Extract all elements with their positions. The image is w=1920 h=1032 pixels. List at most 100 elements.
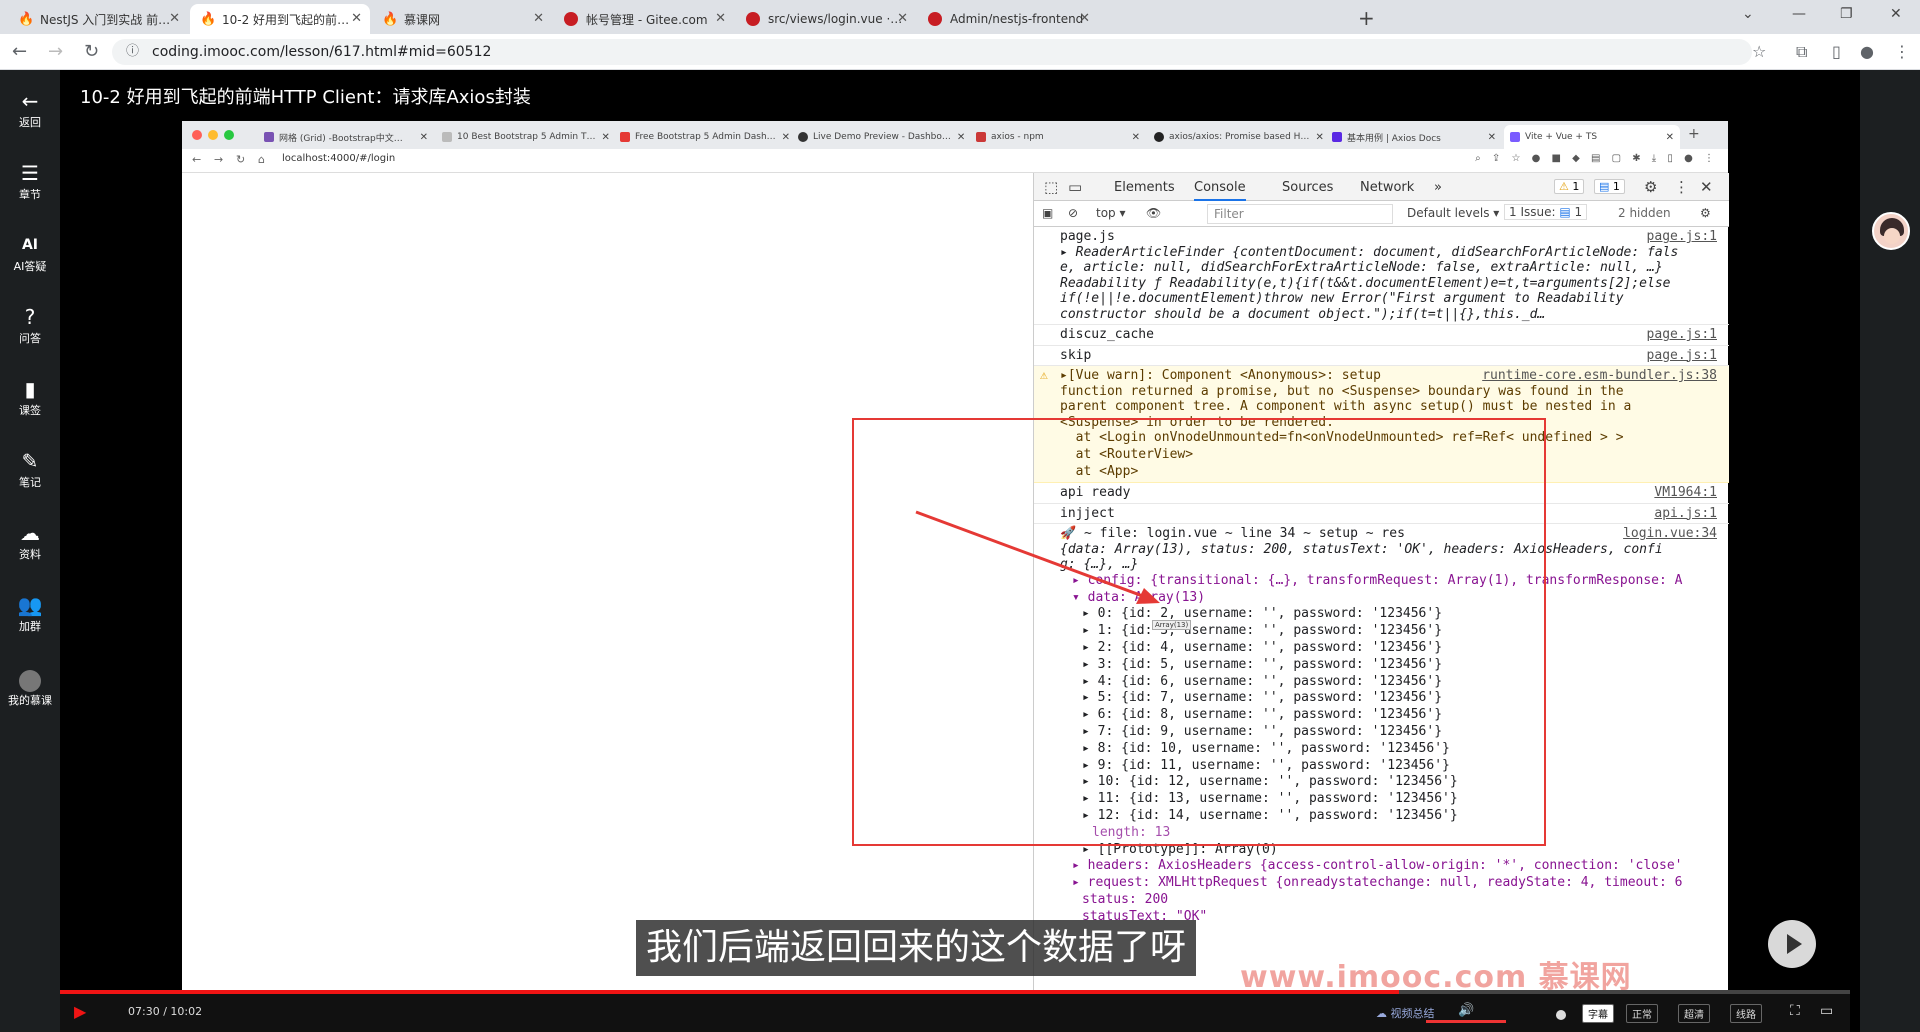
rail-item-my[interactable]: 我的慕课 (0, 666, 60, 708)
devtools-tab-active: Console (1194, 180, 1246, 201)
close-window-icon[interactable]: ✕ (1890, 6, 1902, 22)
source-link: page.js:1 (1646, 229, 1717, 244)
video-subtitle: 我们后端返回回来的这个数据了呀 (636, 920, 1197, 976)
extensions-icon[interactable]: ⧉ (1796, 42, 1807, 62)
browser-tab[interactable]: Admin/nestjs-frontend ✕ (918, 4, 1098, 34)
rail-item-ai[interactable]: AI AI答疑 (0, 232, 60, 274)
fullscreen-icon[interactable]: ⛶ (1790, 1003, 1800, 1019)
console-message: skip page.js:1 (1034, 346, 1729, 366)
context-select: top ▾ (1096, 206, 1126, 220)
browser-tab[interactable]: 🔥 NestJS 入门到实战 前端必学… ✕ (8, 4, 188, 34)
browser-tab-label: NestJS 入门到实战 前端必学… (40, 12, 178, 27)
tree-row: ▸ request: XMLHttpRequest {onreadystatec… (1072, 875, 1683, 891)
console-message: api ready VM1964:1 (1034, 483, 1729, 504)
console-output: page.js page.js:1 ▸ ReaderArticleFinder … (1034, 227, 1729, 993)
browser-tab-active[interactable]: 🔥 10-2 好用到飞起的前端HTTP … ✕ (190, 4, 370, 34)
browser-tab-label: 慕课网 (404, 12, 441, 27)
back-icon[interactable]: ← (12, 41, 27, 62)
reload-icon[interactable]: ↻ (84, 41, 99, 62)
volume-slider[interactable] (1426, 1020, 1506, 1023)
home-icon: ⌂ (258, 153, 265, 166)
browser-tab[interactable]: 帐号管理 - Gitee.com ✕ (554, 4, 734, 34)
rail-item-label: AI答疑 (13, 260, 47, 273)
close-icon[interactable]: ✕ (1079, 11, 1090, 26)
kebab-menu-icon: ⋮ (1674, 178, 1689, 196)
sidebar-toggle-icon: ▣ (1042, 206, 1054, 220)
rail-item-chapters[interactable]: ☰ 章节 (0, 160, 60, 202)
tab-favicon-icon (976, 132, 986, 142)
profile-icon[interactable]: ● (1860, 42, 1874, 61)
tree-row: ▸ 7: {id: 9, username: '', password: '12… (1082, 724, 1443, 740)
devtools-tab: Network (1360, 180, 1415, 195)
inspect-icon: ⬚ (1044, 178, 1059, 196)
close-icon[interactable]: ✕ (715, 11, 726, 26)
rail-item-group[interactable]: 👥 加群 (0, 592, 60, 634)
close-icon[interactable]: ✕ (169, 11, 180, 26)
back-arrow-icon: ← (21, 89, 39, 113)
browser-tab[interactable]: src/views/login.vue · Admin… ✕ (736, 4, 916, 34)
imooc-flame-icon: 🔥 (382, 12, 399, 27)
tab-favicon-icon (798, 132, 808, 142)
tree-row: ▸ 10: {id: 12, username: '', password: '… (1082, 774, 1458, 790)
more-tabs-icon: » (1434, 180, 1442, 195)
console-text: Readability ƒ Readability(e,t){if(t&&t.d… (1060, 275, 1671, 291)
rail-item-qa[interactable]: ? 问答 (0, 304, 60, 346)
gitee-icon (564, 12, 578, 26)
lesson-title: 10-2 好用到飞起的前端HTTP Client：请求库Axios封装 (80, 87, 531, 108)
gitee-icon (928, 12, 942, 26)
subtitle-button[interactable]: 字幕 (1582, 1004, 1614, 1023)
tree-row: ▸ 9: {id: 11, username: '', password: '1… (1082, 757, 1450, 773)
volume-knob[interactable] (1556, 1010, 1566, 1020)
message-icon: ▤ (1599, 180, 1610, 193)
close-icon[interactable]: ✕ (533, 11, 544, 26)
object-preview: {data: Array(13), status: 200, statusTex… (1060, 541, 1663, 557)
rail-item-label: 课签 (19, 404, 41, 417)
volume-icon[interactable]: 🔊 (1458, 1003, 1474, 1018)
rail-item-materials[interactable]: ☁ 资料 (0, 520, 60, 562)
play-icon[interactable]: ▶ (74, 1002, 86, 1021)
webfullscreen-icon[interactable]: ▭ (1820, 1003, 1833, 1019)
site-info-icon[interactable]: ⓘ (126, 39, 139, 65)
video-summary-button[interactable]: ☁ 视频总结 (1376, 1005, 1435, 1021)
play-overlay-button[interactable] (1768, 920, 1816, 968)
inner-tab-label: Free Bootstrap 5 Admin Dash… (635, 132, 776, 142)
teacher-avatar[interactable] (1872, 212, 1910, 250)
restore-icon[interactable]: ❐ (1840, 6, 1853, 22)
source-link: page.js:1 (1646, 327, 1717, 342)
close-icon[interactable]: ✕ (897, 11, 908, 26)
tree-row: ▸ headers: AxiosHeaders {access-control-… (1072, 858, 1683, 874)
sidepanel-icon[interactable]: ▯ (1832, 42, 1841, 61)
console-message: page.js page.js:1 ▸ ReaderArticleFinder … (1034, 227, 1729, 325)
rail-item-notes[interactable]: ✎ 笔记 (0, 448, 60, 490)
gitee-icon (746, 12, 760, 26)
tab-favicon-icon (442, 132, 452, 142)
quality-hd-button[interactable]: 超清 (1678, 1004, 1710, 1023)
kebab-menu-icon[interactable]: ⋮ (1894, 42, 1910, 61)
rail-item-bookmark[interactable]: ▮ 课签 (0, 376, 60, 418)
quality-normal-button[interactable]: 正常 (1626, 1004, 1658, 1023)
rail-item-back[interactable]: ← 返回 (0, 88, 60, 130)
source-link: api.js:1 (1654, 505, 1717, 521)
url-field[interactable]: ⓘ coding.imooc.com/lesson/617.html#mid=6… (112, 39, 1752, 65)
devtools-tab-bar: ⬚ ▭ Elements Console Sources Network » ⚠… (1034, 173, 1729, 201)
forward-icon[interactable]: → (48, 41, 63, 62)
close-icon[interactable]: ✕ (351, 11, 362, 26)
tab-search-icon[interactable]: ⌄ (1742, 6, 1754, 22)
minimize-icon[interactable]: — (1792, 6, 1806, 22)
console-text: ▸ ReaderArticleFinder {contentDocument: … (1060, 244, 1679, 260)
device-toolbar-icon: ▭ (1068, 178, 1083, 196)
inner-tab: 网格 (Grid) -Bootstrap中文… ✕ (258, 125, 434, 149)
warnings-badge: ⚠ 1 (1554, 179, 1585, 194)
browser-tab[interactable]: 🔥 慕课网 ✕ (372, 4, 552, 34)
issues-label: 1 Issue: (1509, 205, 1556, 219)
avatar-icon (0, 666, 60, 692)
levels-select: Default levels ▾ (1407, 206, 1500, 220)
console-text: discuz_cache (1060, 327, 1154, 342)
inner-tab: 10 Best Bootstrap 5 Admin T… ✕ (436, 125, 612, 149)
bookmark-star-icon[interactable]: ☆ (1752, 42, 1766, 61)
close-icon: ✕ (419, 131, 428, 143)
console-text: api ready (1060, 485, 1131, 501)
line-button[interactable]: 线路 (1730, 1004, 1762, 1023)
new-tab-icon[interactable]: + (1358, 6, 1375, 30)
vite-icon (1510, 132, 1520, 142)
